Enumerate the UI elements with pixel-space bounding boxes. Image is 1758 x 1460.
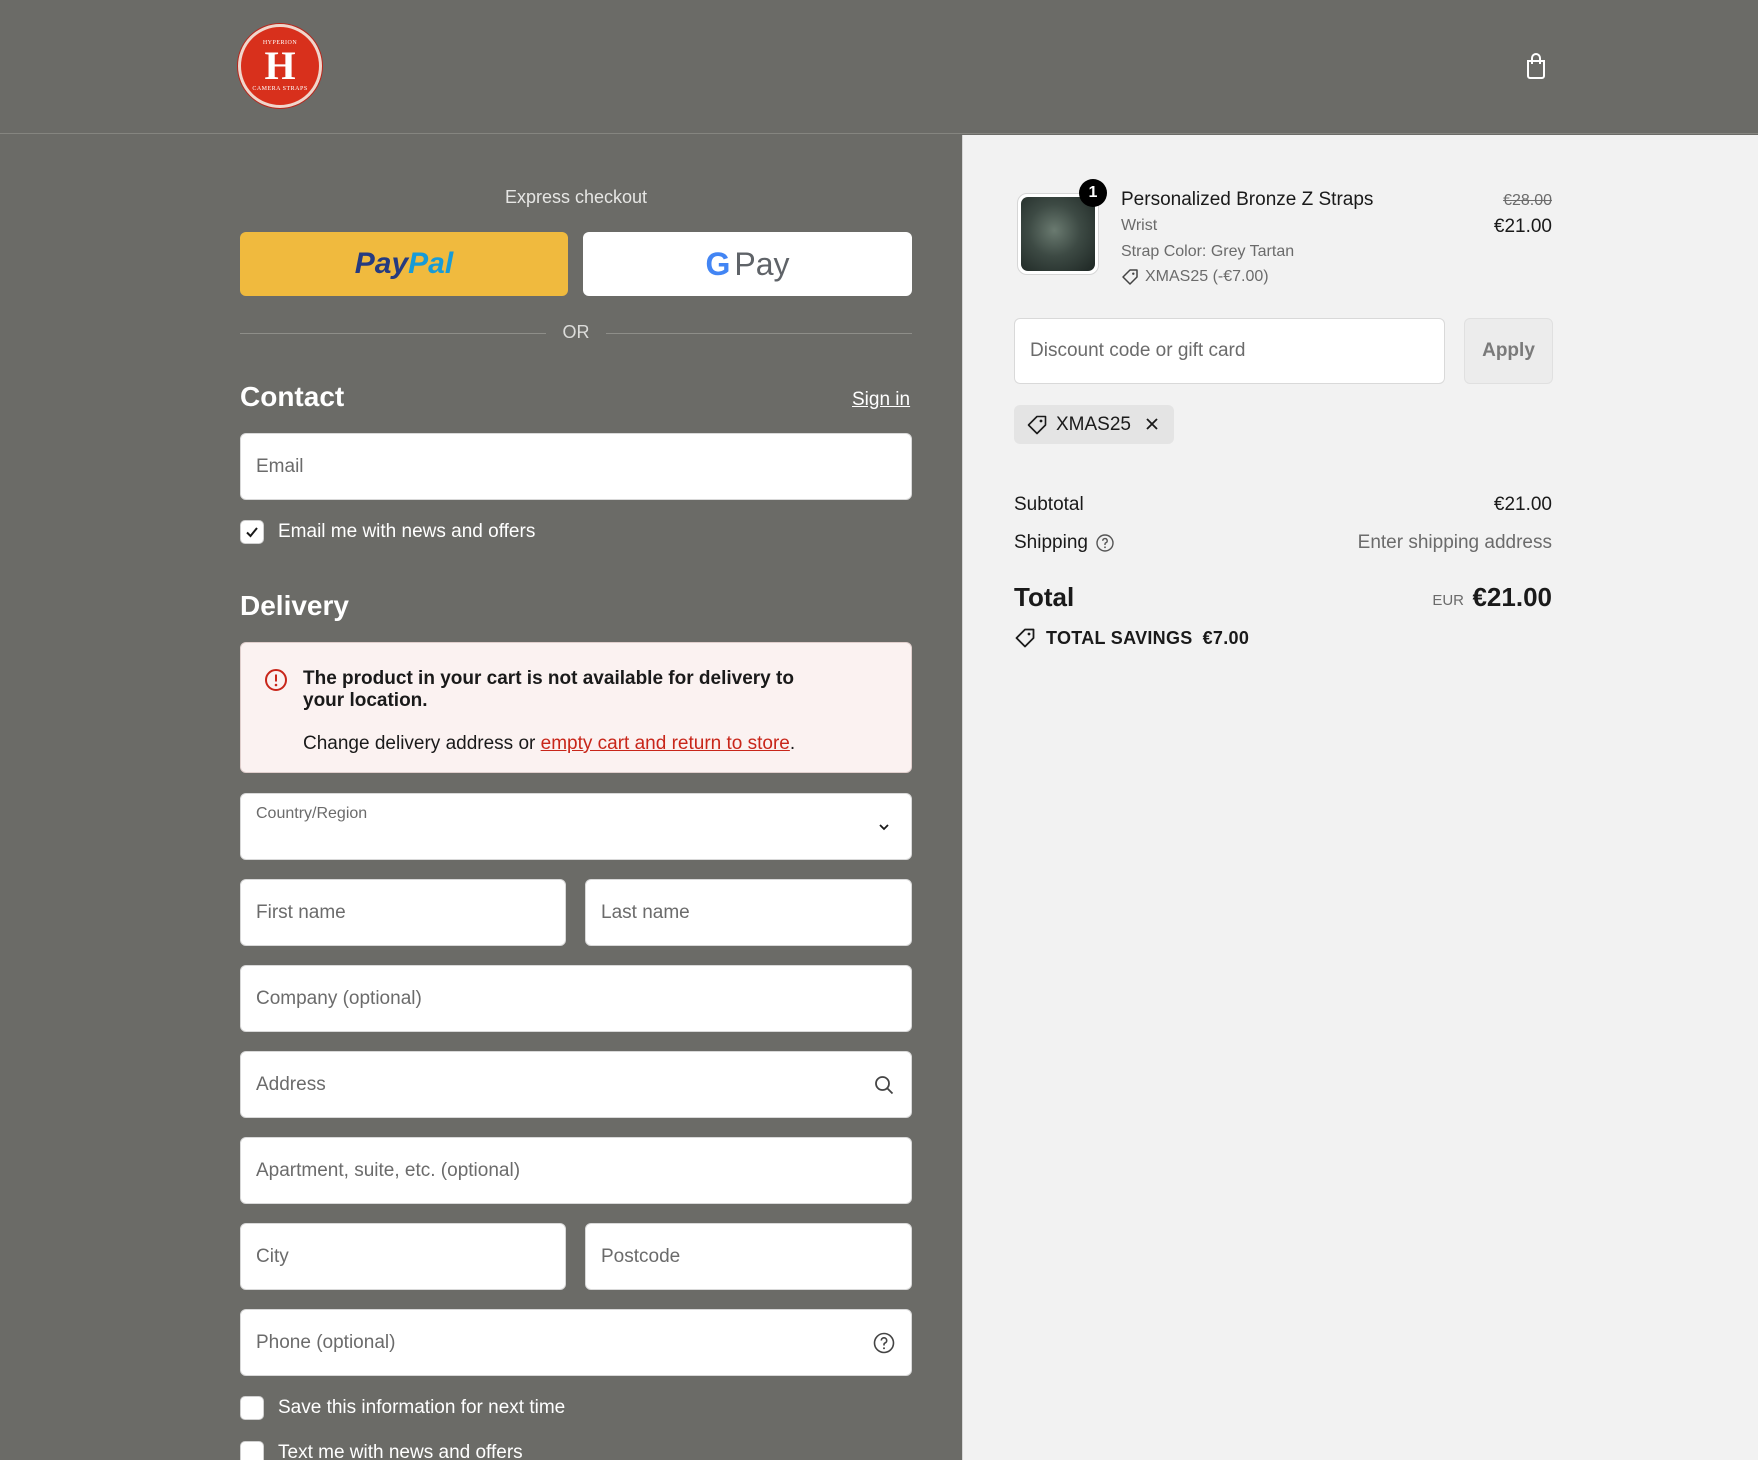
news-checkbox-row[interactable]: Email me with news and offers	[240, 520, 535, 544]
help-circle-icon[interactable]	[873, 1332, 895, 1354]
news-checkbox-label: Email me with news and offers	[278, 521, 536, 542]
or-label: OR	[562, 322, 590, 342]
discount-code-placeholder: Discount code or gift card	[1030, 340, 1246, 361]
checkmark-icon	[246, 527, 258, 538]
savings-value: €7.00	[1202, 627, 1250, 648]
alert-title: The product in your cart is not availabl…	[303, 668, 794, 711]
product-image	[1021, 197, 1095, 271]
alert-body-prefix: Change delivery address or	[303, 733, 541, 754]
help-circle-icon[interactable]	[1095, 533, 1115, 553]
google-pay-button[interactable]: G Pay	[583, 232, 912, 296]
address-placeholder: Address	[256, 1073, 326, 1095]
product-discount-text: XMAS25 (-€7.00)	[1145, 268, 1269, 285]
alert-body-suffix: .	[789, 733, 796, 754]
text-me-row[interactable]: Text me with news and offers	[240, 1441, 523, 1460]
sign-in-link[interactable]: Sign in	[852, 389, 910, 411]
applied-code-label: XMAS25	[1056, 413, 1131, 435]
product-variant: Wrist	[1121, 217, 1158, 234]
apartment-field[interactable]: Apartment, suite, etc. (optional)	[240, 1137, 912, 1204]
checkout-form: Express checkout Pay Pal G Pay OR Contact…	[0, 135, 962, 1460]
apply-button[interactable]: Apply	[1464, 318, 1553, 384]
apartment-placeholder: Apartment, suite, etc. (optional)	[256, 1159, 521, 1181]
delivery-heading: Delivery	[240, 590, 349, 621]
paypal-label-a: Pay	[354, 247, 409, 280]
total-savings: TOTAL SAVINGS €7.00	[1014, 627, 1249, 649]
tag-icon	[1015, 628, 1035, 648]
total-currency: EUR	[1432, 592, 1464, 609]
or-divider: OR	[240, 321, 912, 345]
store-logo[interactable]: HYPERION H CAMERA STRAPS	[238, 24, 322, 108]
original-price: €28.00	[1503, 192, 1552, 209]
express-checkout-title: Express checkout	[504, 187, 648, 207]
country-label: Country/Region	[256, 805, 368, 822]
delivery-error-alert: The product in your cart is not availabl…	[240, 642, 912, 773]
last-name-placeholder: Last name	[601, 901, 690, 923]
logo-bottom-text: CAMERA STRAPS	[252, 86, 308, 92]
address-field[interactable]: Address	[240, 1051, 912, 1118]
shipping-value: Enter shipping address	[1357, 532, 1552, 553]
alert-body: Change delivery address or empty cart an…	[303, 733, 795, 755]
phone-placeholder: Phone (optional)	[256, 1331, 396, 1353]
postcode-placeholder: Postcode	[601, 1245, 681, 1267]
postcode-field[interactable]: Postcode	[585, 1223, 912, 1290]
order-summary: 1 Personalized Bronze Z Straps Wrist Str…	[962, 135, 1758, 1460]
savings-label: TOTAL SAVINGS	[1046, 627, 1193, 648]
tag-icon	[1122, 269, 1138, 285]
email-placeholder: Email	[256, 455, 304, 477]
contact-heading: Contact	[240, 381, 345, 412]
subtotal-value: €21.00	[1493, 494, 1552, 515]
company-placeholder: Company (optional)	[256, 987, 422, 1009]
error-circle-icon	[265, 669, 287, 691]
first-name-placeholder: First name	[256, 901, 346, 923]
total-value: €21.00	[1472, 582, 1552, 612]
paypal-label-b: Pal	[408, 247, 454, 280]
logo-letter: H	[264, 43, 296, 88]
product-discount: XMAS25 (-€7.00)	[1121, 268, 1269, 286]
search-icon[interactable]	[873, 1074, 895, 1096]
city-placeholder: City	[256, 1245, 289, 1267]
text-me-checkbox[interactable]	[240, 1441, 264, 1460]
last-name-field[interactable]: Last name	[585, 879, 912, 946]
applied-discount-chip: XMAS25	[1014, 405, 1174, 444]
paypal-button[interactable]: Pay Pal	[240, 232, 568, 296]
news-checkbox[interactable]	[240, 520, 264, 544]
shopping-bag-icon[interactable]	[1520, 50, 1552, 82]
chevron-down-icon	[879, 823, 889, 830]
discount-code-input[interactable]: Discount code or gift card	[1014, 318, 1445, 384]
close-icon[interactable]	[1142, 414, 1162, 434]
gpay-label: Pay	[734, 245, 790, 282]
empty-cart-link[interactable]: empty cart and return to store	[541, 733, 790, 754]
email-field[interactable]: Email	[240, 433, 912, 500]
country-select[interactable]: Country/Region	[240, 793, 912, 860]
subtotal-label: Subtotal	[1014, 494, 1084, 515]
total-label: Total	[1014, 582, 1075, 612]
company-field[interactable]: Company (optional)	[240, 965, 912, 1032]
shipping-label: Shipping	[1014, 532, 1088, 553]
phone-field[interactable]: Phone (optional)	[240, 1309, 912, 1376]
product-name: Personalized Bronze Z Straps	[1121, 189, 1374, 210]
sale-price: €21.00	[1493, 216, 1552, 237]
header: HYPERION H CAMERA STRAPS	[0, 0, 1758, 134]
quantity-badge: 1	[1079, 179, 1107, 207]
product-color: Strap Color: Grey Tartan	[1121, 243, 1295, 260]
shipping-label-row: Shipping	[1014, 532, 1115, 554]
google-g-icon: G	[705, 245, 731, 282]
save-info-label: Save this information for next time	[278, 1397, 566, 1418]
city-field[interactable]: City	[240, 1223, 566, 1290]
text-me-label: Text me with news and offers	[278, 1442, 523, 1460]
save-info-row[interactable]: Save this information for next time	[240, 1396, 565, 1420]
first-name-field[interactable]: First name	[240, 879, 566, 946]
tag-icon	[1027, 415, 1047, 434]
save-info-checkbox[interactable]	[240, 1396, 264, 1420]
